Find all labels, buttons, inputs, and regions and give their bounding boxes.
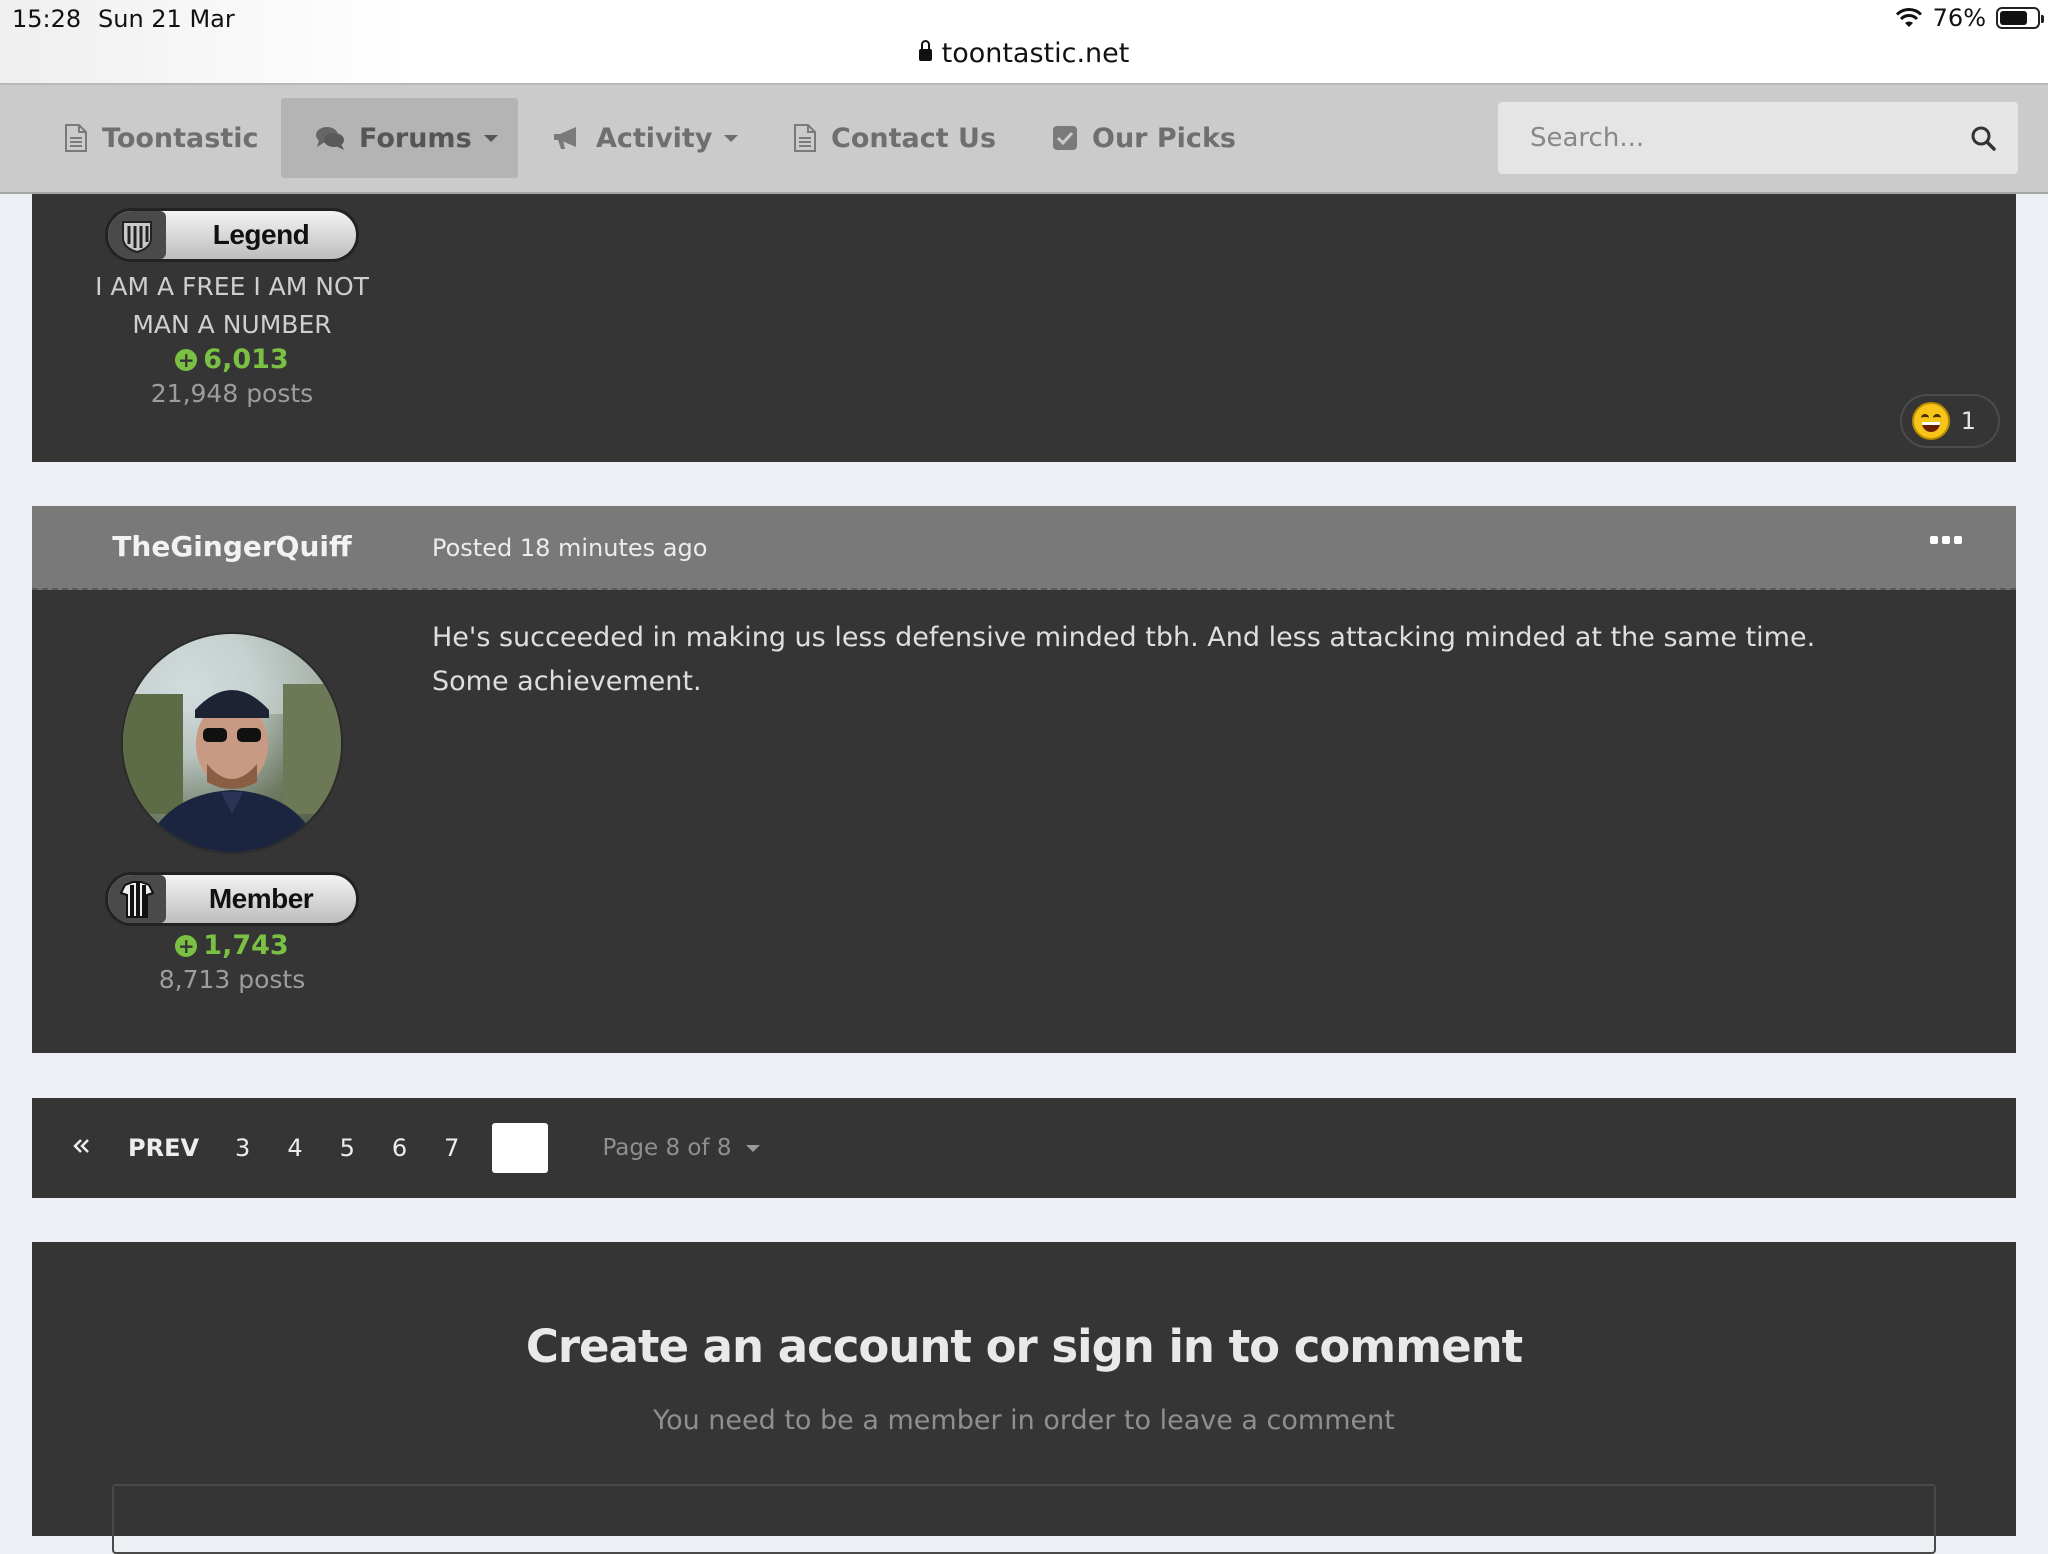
search-input[interactable]: [1498, 122, 1970, 154]
pagination-bar: PREV 3 4 5 6 7 Page 8 of 8: [32, 1098, 2016, 1198]
pagination: PREV 3 4 5 6 7 Page 8 of 8: [72, 1098, 760, 1198]
forum-post: Legend I AM A FREE I AM NOT MAN A NUMBER…: [32, 194, 2016, 462]
post-header: TheGingerQuiff Posted 18 minutes ago: [32, 506, 2016, 590]
rank-label: Legend: [212, 219, 310, 250]
chevron-down-icon: [483, 134, 498, 142]
checkbox-icon: [1052, 125, 1078, 151]
nav-label: Contact Us: [831, 122, 997, 154]
first-page-icon[interactable]: [72, 1134, 92, 1162]
status-date: Sun 21 Mar: [98, 5, 235, 33]
reputation-value: 6,013: [203, 344, 289, 375]
post-body: He's succeeded in making us less defensi…: [432, 622, 1816, 697]
page-link[interactable]: 4: [287, 1134, 302, 1162]
plus-circle-icon: +: [175, 934, 198, 957]
reaction-button[interactable]: 1: [1900, 394, 2000, 448]
author-info: Member + 1,743 8,713 posts: [32, 632, 432, 999]
chat-bubbles-icon: [315, 125, 345, 151]
post-count: 8,713 posts: [158, 965, 306, 994]
author-name-link[interactable]: TheGingerQuiff: [32, 530, 432, 563]
document-icon: [793, 124, 817, 152]
signin-subtitle: You need to be a member in order to leav…: [653, 1405, 1395, 1436]
page-link[interactable]: 6: [392, 1134, 407, 1162]
address-bar[interactable]: toontastic.net: [0, 38, 2048, 69]
page-link[interactable]: 3: [235, 1134, 250, 1162]
search-box: [1498, 102, 2018, 174]
reputation-value: 1,743: [203, 930, 289, 961]
post-timestamp[interactable]: Posted 18 minutes ago: [432, 534, 707, 562]
nav-label: Toontastic: [102, 122, 259, 154]
battery-percent: 76%: [1932, 4, 1986, 32]
forum-post: TheGingerQuiff Posted 18 minutes ago Mem…: [32, 506, 2016, 1053]
page-select-label: Page 8 of 8: [602, 1135, 732, 1161]
nav-label: Activity: [596, 122, 713, 154]
nav-forums[interactable]: Forums: [281, 98, 518, 178]
current-page: [492, 1123, 549, 1173]
reputation: + 6,013: [32, 344, 432, 375]
rank-label: Member: [208, 883, 314, 914]
search-icon[interactable]: [1970, 125, 1996, 151]
site-navbar: Toontastic Forums Activity Contact Us Ou…: [0, 85, 2048, 194]
create-account-box[interactable]: [112, 1484, 1936, 1554]
rank-badge: Member: [105, 872, 359, 926]
nav-label: Our Picks: [1092, 122, 1236, 154]
status-indicators: 76%: [1895, 4, 2044, 32]
striped-shirt-icon: [108, 875, 166, 923]
document-icon: [64, 124, 88, 152]
wifi-icon: [1895, 8, 1922, 27]
page-link[interactable]: 7: [444, 1134, 459, 1162]
page-link[interactable]: 5: [340, 1134, 355, 1162]
author-info: Legend I AM A FREE I AM NOT MAN A NUMBER…: [32, 208, 432, 413]
megaphone-icon: [552, 125, 582, 151]
avatar[interactable]: [121, 632, 343, 854]
browser-status-bar: 15:28 Sun 21 Mar 76% toontastic.net: [0, 0, 2048, 85]
battery-icon: [1996, 7, 2044, 29]
rank-badge: Legend: [105, 208, 359, 262]
signin-heading: Create an account or sign in to comment: [525, 1320, 1523, 1373]
club-crest-icon: [108, 211, 166, 259]
prev-page-button[interactable]: PREV: [128, 1134, 199, 1162]
reputation: + 1,743: [32, 930, 432, 961]
comment-signin-panel: Create an account or sign in to comment …: [32, 1242, 2016, 1554]
url-text: toontastic.net: [941, 38, 1130, 69]
nav-activity[interactable]: Activity: [552, 98, 739, 178]
more-options-icon[interactable]: [1930, 536, 1962, 544]
nav-our-picks[interactable]: Our Picks: [1052, 98, 1236, 178]
lock-icon: [918, 40, 932, 61]
status-time: 15:28: [12, 5, 82, 33]
page-jump-dropdown[interactable]: Page 8 of 8: [602, 1135, 760, 1161]
reaction-count: 1: [1960, 407, 1976, 435]
nav-contact-us[interactable]: Contact Us: [793, 98, 996, 178]
member-title: I AM A FREE I AM NOT MAN A NUMBER: [95, 272, 369, 339]
plus-circle-icon: +: [175, 348, 198, 371]
nav-label: Forums: [359, 122, 472, 154]
laughing-emoji-icon: [1912, 402, 1950, 440]
post-count: 21,948 posts: [150, 379, 314, 408]
nav-toontastic[interactable]: Toontastic: [64, 98, 259, 178]
chevron-down-icon: [745, 1144, 760, 1152]
chevron-down-icon: [724, 134, 739, 142]
